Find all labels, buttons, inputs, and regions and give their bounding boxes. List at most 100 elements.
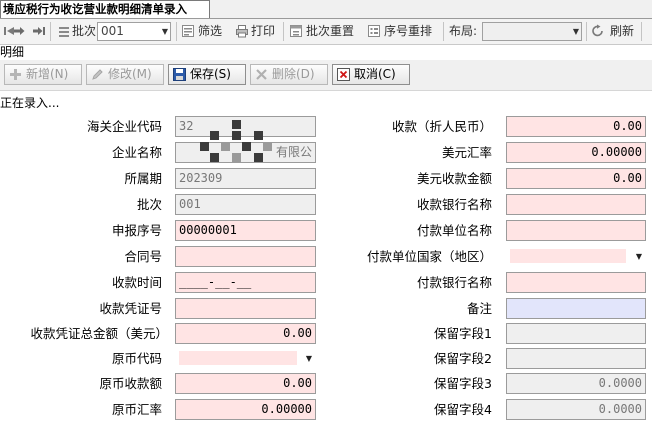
printer-icon[interactable] — [235, 24, 249, 38]
delete-button-label: 删除(D) — [272, 67, 315, 81]
reserved-4-field[interactable]: 0.0000 — [506, 399, 646, 420]
toolbar-separator — [443, 22, 444, 41]
label-original-amount: 原币收款额 — [99, 376, 162, 391]
seq-reorder-icon[interactable] — [367, 24, 381, 38]
label-reserved-1: 保留字段1 — [434, 326, 492, 341]
declaration-seq-field[interactable]: 00000001 — [175, 220, 316, 241]
currency-code-select[interactable]: ▼ — [175, 348, 316, 369]
batch-reset-button[interactable]: 批次重置 — [306, 19, 354, 44]
edit-button[interactable]: 修改(M) — [86, 64, 164, 85]
last-record-icon[interactable] — [32, 24, 46, 38]
period-value: 202309 — [179, 171, 223, 185]
label-receipt-date: 收款时间 — [111, 275, 162, 290]
batch-label: 批次: — [72, 24, 101, 38]
next-record-icon[interactable] — [12, 24, 26, 38]
toolbar: 批次: 001 ▼ 筛选 打印 批次重置 序号重排 布局: ▼ 刷新 — [0, 19, 652, 45]
chevron-down-icon: ▼ — [161, 27, 168, 36]
filter-button[interactable]: 筛选 — [198, 19, 222, 44]
edit-icon — [91, 68, 104, 81]
section-title: 明细 — [0, 45, 25, 59]
label-currency-code: 原币代码 — [111, 351, 162, 366]
filter-icon[interactable] — [181, 24, 195, 38]
voucher-total-usd-value: 0.00 — [283, 326, 312, 340]
receipt-date-field[interactable]: ____-__-__ — [175, 272, 316, 293]
payer-bank-field[interactable] — [506, 272, 646, 293]
print-button[interactable]: 打印 — [251, 19, 275, 44]
redaction-mosaic — [180, 118, 280, 164]
label-contract-no: 合同号 — [124, 249, 162, 264]
payer-country-box — [510, 249, 626, 263]
reserved-2-field[interactable] — [506, 348, 646, 369]
layout-label: 布局: — [449, 24, 478, 38]
status-text: 正在录入... — [0, 96, 60, 110]
receipt-rmb-field[interactable]: 0.00 — [506, 116, 646, 137]
label-payer-bank: 付款银行名称 — [416, 275, 492, 290]
original-rate-value: 0.00000 — [261, 402, 312, 416]
label-period: 所属期 — [124, 171, 162, 186]
label-voucher-total-usd: 收款凭证总金额（美元） — [30, 326, 168, 341]
refresh-button[interactable]: 刷新 — [610, 19, 634, 44]
label-receiving-bank: 收款银行名称 — [416, 197, 492, 212]
seq-reorder-button[interactable]: 序号重排 — [384, 19, 432, 44]
add-icon — [9, 68, 22, 81]
original-amount-field[interactable]: 0.00 — [175, 373, 316, 394]
receiving-bank-field[interactable] — [506, 194, 646, 215]
batch-icon — [57, 24, 71, 38]
toolbar-separator — [50, 22, 51, 41]
cancel-button-label: 取消(C) — [354, 67, 396, 81]
original-rate-field[interactable]: 0.00000 — [175, 399, 316, 420]
usd-amount-value: 0.00 — [613, 171, 642, 185]
period-field[interactable]: 202309 — [175, 168, 316, 189]
remarks-field[interactable] — [506, 298, 646, 319]
voucher-total-usd-field[interactable]: 0.00 — [175, 323, 316, 344]
contract-no-field[interactable] — [175, 246, 316, 267]
reserved-3-field[interactable]: 0.0000 — [506, 373, 646, 394]
layout-select[interactable]: ▼ — [482, 22, 582, 41]
label-payer-name: 付款单位名称 — [416, 223, 492, 238]
toolbar-separator — [586, 22, 587, 41]
batch-select-value: 001 — [101, 24, 124, 38]
batch-select[interactable]: 001 ▼ — [97, 22, 171, 41]
usd-rate-field[interactable]: 0.00000 — [506, 142, 646, 163]
toolbar-separator — [641, 22, 642, 41]
label-usd-rate: 美元汇率 — [441, 145, 492, 160]
label-remarks: 备注 — [466, 301, 492, 316]
payer-name-field[interactable] — [506, 220, 646, 241]
label-reserved-4: 保留字段4 — [434, 402, 492, 417]
label-voucher-no: 收款凭证号 — [99, 301, 162, 316]
chevron-down-icon: ▼ — [572, 27, 579, 36]
edit-button-label: 修改(M) — [108, 67, 152, 81]
save-button[interactable]: 保存(S) — [168, 64, 246, 85]
reserved-4-value: 0.0000 — [598, 402, 642, 416]
toolbar-separator — [283, 22, 284, 41]
batch-value: 001 — [179, 197, 201, 211]
payer-country-select[interactable]: ▼ — [506, 246, 646, 267]
batch-field[interactable]: 001 — [175, 194, 316, 215]
label-declaration-seq: 申报序号 — [111, 223, 162, 238]
usd-rate-value: 0.00000 — [591, 145, 642, 159]
save-icon — [173, 68, 186, 81]
label-receipt-rmb: 收款（折人民币） — [391, 119, 492, 134]
label-usd-amount: 美元收款金额 — [416, 171, 492, 186]
reserved-3-value: 0.0000 — [598, 376, 642, 390]
delete-button[interactable]: 删除(D) — [250, 64, 328, 85]
label-company-name: 企业名称 — [111, 145, 162, 160]
toolbar-separator — [176, 22, 177, 41]
receipt-rmb-value: 0.00 — [613, 119, 642, 133]
cancel-button[interactable]: 取消(C) — [332, 64, 410, 85]
save-button-label: 保存(S) — [190, 67, 231, 81]
label-payer-country: 付款单位国家（地区） — [366, 249, 492, 264]
tab-entry-form[interactable]: 境应税行为收讫营业款明细清单录入 — [0, 0, 210, 18]
usd-amount-field[interactable]: 0.00 — [506, 168, 646, 189]
batch-reset-icon[interactable] — [289, 24, 303, 38]
add-button-label: 新增(N) — [26, 67, 69, 81]
add-button[interactable]: 新增(N) — [4, 64, 82, 85]
cancel-icon — [337, 68, 350, 81]
currency-code-box — [179, 351, 297, 365]
refresh-icon[interactable] — [591, 24, 605, 38]
reserved-1-field[interactable] — [506, 323, 646, 344]
label-reserved-2: 保留字段2 — [434, 351, 492, 366]
label-batch: 批次 — [136, 197, 162, 212]
receipt-date-value: ____-__-__ — [179, 275, 252, 289]
voucher-no-field[interactable] — [175, 298, 316, 319]
